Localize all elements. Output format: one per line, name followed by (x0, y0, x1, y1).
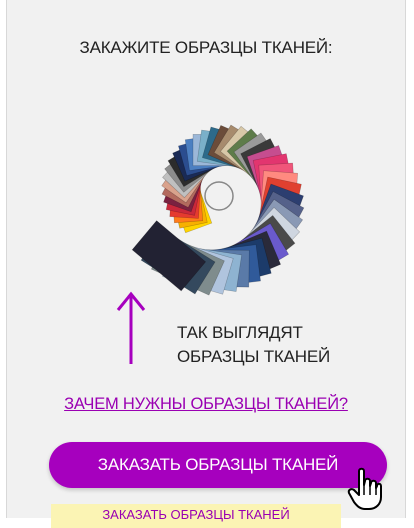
hand-pointer-icon (347, 467, 383, 511)
section-title: ЗАКАЖИТЕ ОБРАЗЦЫ ТКАНЕЙ: (79, 38, 333, 57)
swatch-ring (204, 181, 234, 211)
caption-line-1: ТАК ВЫГЛЯДЯТ (177, 323, 303, 342)
image-caption: ТАК ВЫГЛЯДЯТ ОБРАЗЦЫ ТКАНЕЙ (177, 321, 330, 369)
order-samples-button[interactable]: ЗАКАЗАТЬ ОБРАЗЦЫ ТКАНЕЙ (49, 442, 387, 488)
arrow-up-icon (113, 288, 149, 368)
order-samples-panel: ЗАКАЖИТЕ ОБРАЗЦЫ ТКАНЕЙ: ТАК ВЫГЛЯДЯТ ОБ… (6, 0, 406, 528)
order-samples-secondary-button[interactable]: ЗАКАЗАТЬ ОБРАЗЦЫ ТКАНЕЙ (51, 504, 341, 528)
why-samples-link[interactable]: ЗАЧЕМ НУЖНЫ ОБРАЗЦЫ ТКАНЕЙ? (7, 395, 405, 414)
caption-line-2: ОБРАЗЦЫ ТКАНЕЙ (177, 347, 331, 366)
fabric-samples-image (111, 88, 341, 298)
